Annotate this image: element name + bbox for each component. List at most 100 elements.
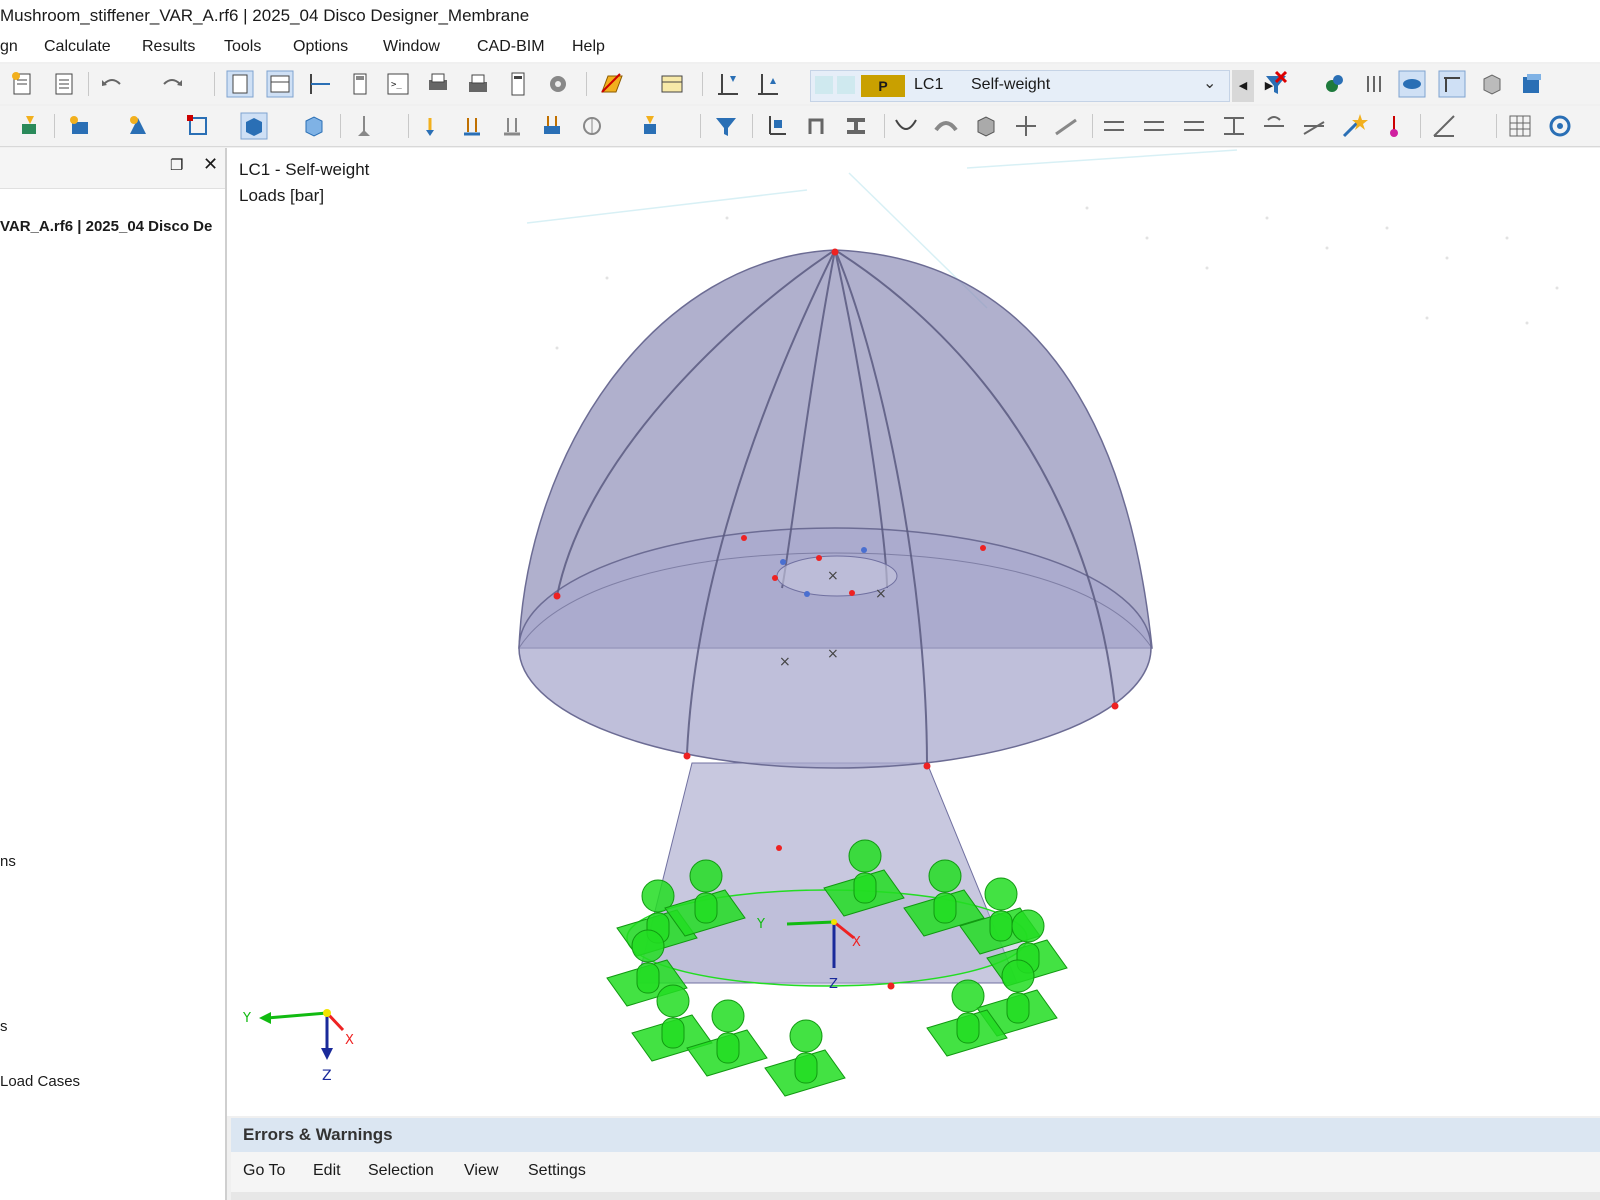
show-loads-icon[interactable] (1320, 70, 1348, 98)
arrows-icon[interactable] (1012, 112, 1040, 140)
table-panel-icon[interactable] (658, 70, 686, 98)
node-icon[interactable] (66, 112, 94, 140)
free-load-icon[interactable] (578, 112, 606, 140)
chevron-right-icon: ▶ (1264, 80, 1274, 92)
guide-lines-icon[interactable] (1100, 112, 1128, 140)
load-case-selector[interactable]: P LC1 Self-weight ⌄ (810, 70, 1230, 102)
navigator-item[interactable]: s (0, 1018, 8, 1035)
panel-toggle-icon[interactable] (226, 70, 254, 98)
menu-tools[interactable]: Tools (224, 38, 261, 56)
magic-icon[interactable] (1340, 112, 1368, 140)
nodal-load-icon[interactable] (416, 112, 444, 140)
panel-toolbar (231, 1192, 1600, 1200)
navigator-item-load-cases[interactable]: Load Cases (0, 1073, 80, 1090)
scale-icon[interactable] (1300, 112, 1328, 140)
navigator-header: ❐ ✕ (0, 148, 225, 189)
coordinate-system-icon[interactable] (762, 112, 790, 140)
rotate-icon[interactable] (1260, 112, 1288, 140)
menu-window[interactable]: Window (383, 38, 440, 56)
solid-cube-icon[interactable] (972, 112, 1000, 140)
panel-title-bar: Errors & Warnings (231, 1118, 1600, 1152)
render-icon[interactable] (544, 70, 572, 98)
print-icon[interactable] (424, 70, 452, 98)
script-icon[interactable]: >_ (384, 70, 412, 98)
panel-menu-settings[interactable]: Settings (528, 1162, 586, 1180)
panel-menu-go-to[interactable]: Go To (243, 1162, 285, 1180)
lc-color-swatch (815, 76, 833, 94)
toolbar-model (0, 106, 1600, 147)
support-icon[interactable] (350, 112, 378, 140)
model-canvas: × × × × Y Z X Y Z X (242, 149, 1559, 1097)
dimension-icon[interactable] (306, 70, 334, 98)
toolbar-main: >_ (0, 64, 1600, 104)
report-icon[interactable] (504, 70, 532, 98)
redo-icon[interactable] (158, 70, 186, 98)
chevron-down-icon[interactable]: ⌄ (1203, 73, 1216, 93)
cube-view-icon[interactable] (1478, 70, 1506, 98)
imposed-load-icon[interactable] (636, 112, 664, 140)
load-case-type-badge: P (861, 75, 905, 97)
deformation-icon[interactable] (892, 112, 920, 140)
beam-icon[interactable] (842, 112, 870, 140)
line-tool-icon[interactable] (1052, 112, 1080, 140)
local-axis-y-label: Y (756, 917, 765, 932)
float-panel-icon[interactable]: ❐ (170, 156, 183, 174)
global-axis-z-label: Z (322, 1068, 332, 1084)
surface-icon[interactable] (184, 112, 212, 140)
load-case-id: LC1 (914, 76, 944, 93)
menu-results[interactable]: Results (142, 38, 195, 56)
panel-menu-view[interactable]: View (464, 1162, 498, 1180)
print-report-icon[interactable] (464, 70, 492, 98)
previous-load-case-button[interactable]: ◀ (1232, 70, 1254, 102)
section-icon[interactable] (802, 112, 830, 140)
menu-design[interactable]: gn (0, 38, 18, 56)
probe-icon[interactable] (1380, 112, 1408, 140)
menu-calculate[interactable]: Calculate (44, 38, 111, 56)
document-icon[interactable] (50, 70, 78, 98)
table-toggle-icon[interactable] (266, 70, 294, 98)
distribute-icon[interactable] (1180, 112, 1208, 140)
result-display-icon[interactable] (1398, 70, 1426, 98)
errors-warnings-panel: Errors & Warnings Go To Edit Selection V… (231, 1118, 1600, 1200)
calculator-icon[interactable] (346, 70, 374, 98)
filter-icon[interactable] (712, 112, 740, 140)
menu-options[interactable]: Options (293, 38, 348, 56)
settings-icon[interactable] (1546, 112, 1574, 140)
line-icon[interactable] (124, 112, 152, 140)
panel-menu-selection[interactable]: Selection (368, 1162, 434, 1180)
node-marker: × (779, 654, 791, 670)
member-load-icon[interactable] (16, 112, 44, 140)
views-icon[interactable] (1518, 70, 1546, 98)
surface-edit-icon[interactable] (598, 70, 626, 98)
align-icon[interactable] (1140, 112, 1168, 140)
load-case-down-icon[interactable] (754, 70, 782, 98)
svg-text:>_: >_ (391, 80, 402, 90)
load-case-name: Self-weight (971, 76, 1051, 93)
local-axis-x-label: X (852, 935, 861, 950)
line-load-icon[interactable] (498, 112, 526, 140)
box-icon[interactable] (300, 112, 328, 140)
new-file-icon[interactable] (8, 70, 36, 98)
next-load-case-button[interactable]: ▶ (1258, 70, 1280, 102)
chevron-left-icon: ◀ (1238, 80, 1248, 92)
close-icon[interactable]: ✕ (203, 154, 218, 175)
grid-icon[interactable] (1506, 112, 1534, 140)
navigator-project[interactable]: VAR_A.rf6 | 2025_04 Disco De (0, 218, 212, 235)
member-load-2-icon[interactable] (458, 112, 486, 140)
navigator-item[interactable]: ns (0, 853, 16, 870)
load-values-icon[interactable] (1360, 70, 1388, 98)
menu-cad-bim[interactable]: CAD-BIM (477, 38, 545, 56)
menu-help[interactable]: Help (572, 38, 605, 56)
undo-icon[interactable] (98, 70, 126, 98)
panel-title: Errors & Warnings (243, 1125, 393, 1144)
surface-load-icon[interactable] (538, 112, 566, 140)
solid-icon[interactable] (240, 112, 268, 140)
model-viewport[interactable]: LC1 - Self-weight Loads [bar] × × × × Y … (227, 148, 1600, 1116)
panel-menu-edit[interactable]: Edit (313, 1162, 341, 1180)
mirror-icon[interactable] (1220, 112, 1248, 140)
node-marker: × (827, 646, 839, 662)
result-values-icon[interactable] (1438, 70, 1466, 98)
load-case-up-icon[interactable] (714, 70, 742, 98)
hinge-icon[interactable] (932, 112, 960, 140)
measure-icon[interactable] (1430, 112, 1458, 140)
